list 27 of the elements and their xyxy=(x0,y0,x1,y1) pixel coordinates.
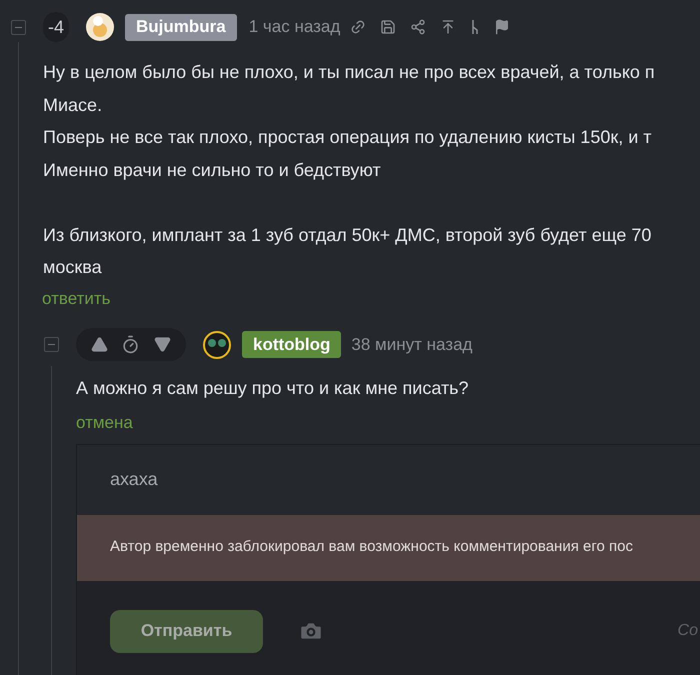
save-icon[interactable] xyxy=(380,19,396,35)
username-badge[interactable]: Bujumbura xyxy=(125,14,237,40)
collapse-button[interactable] xyxy=(11,20,26,34)
upvote-icon[interactable] xyxy=(90,336,108,353)
comment-text: Из близкого, имплант за 1 зуб отдал 50к+ ДМС, второй зуб будет еще 70 xyxy=(43,224,652,247)
reply-link[interactable]: ответить xyxy=(42,286,111,311)
comment-time: 38 минут назад xyxy=(351,334,472,356)
side-text: Со xyxy=(678,621,698,641)
comment-time: 1 час назад xyxy=(248,16,340,38)
timer-icon xyxy=(121,335,140,354)
comment-text: Именно врачи не сильно то и бедствуют xyxy=(43,158,381,182)
username-badge[interactable]: kottoblog xyxy=(242,331,342,358)
notice-banner: Автор временно заблокировал вам возможность комментирования его пос xyxy=(77,514,700,580)
avatar-drawing xyxy=(203,330,231,358)
flag-icon[interactable] xyxy=(494,19,510,35)
comment-text: Ну в целом было бы не плохо, и ты писал не про всех врачей, а только п xyxy=(43,61,655,84)
downvote-icon[interactable] xyxy=(154,336,172,353)
avatar-drawing xyxy=(86,13,114,41)
comment-text: Миасе. xyxy=(43,94,102,116)
comment-text: москва xyxy=(43,256,102,279)
comment-text: А можно я сам решу про что и как мне писать? xyxy=(76,377,470,400)
cancel-link[interactable]: отмена xyxy=(76,410,133,436)
branch-icon[interactable] xyxy=(470,19,480,35)
score-badge: -4 xyxy=(43,12,70,42)
share-icon[interactable] xyxy=(410,19,426,35)
comment-text: Поверь не все так плохо, простая операция по удалению кисты 150к, и т xyxy=(43,126,652,149)
collapse-button[interactable] xyxy=(44,337,59,352)
